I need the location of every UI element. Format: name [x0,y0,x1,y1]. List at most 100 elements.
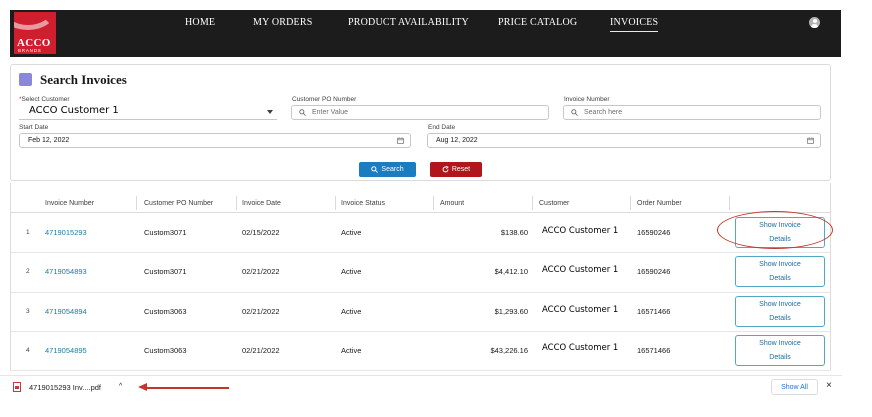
invoice-status-cell: Active [341,267,362,276]
row-number: 2 [26,268,30,275]
amount-cell: $138.60 [500,228,528,237]
column-divider [335,196,336,210]
search-icon [571,109,578,116]
invoice-date-cell: 02/21/2022 [242,307,280,316]
start-date-label: Start Date [19,124,49,131]
column-header-invoice-status[interactable]: Invoice Status [341,200,385,207]
column-header-invoice-date[interactable]: Invoice Date [242,200,281,207]
invoice-card-icon [19,73,32,86]
customer-cell: ACCO Customer 1 [542,265,619,275]
invoice-date-cell: 02/21/2022 [242,346,280,355]
customer-cell: ACCO Customer 1 [542,226,619,236]
refresh-icon [442,166,449,173]
logo-swoosh [14,12,56,30]
logo-subtext: BRANDS [18,48,42,53]
search-button[interactable]: Search [359,162,416,177]
invoice-number-input[interactable]: Search here [563,105,821,120]
po-number-placeholder: Enter Value [312,109,349,116]
column-divider [433,196,434,210]
reset-button-label: Reset [451,166,471,173]
invoice-date-cell: 02/15/2022 [242,228,280,237]
column-header-order-number[interactable]: Order Number [637,200,682,207]
column-divider [630,196,631,210]
order-number-cell: 16571466 [637,307,671,316]
annotation-arrow-line [146,387,229,389]
start-date-input[interactable]: Feb 12, 2022 [19,133,411,148]
invoice-number-link[interactable]: 4719054895 [45,346,87,355]
customer-po-cell: Custom3063 [144,346,187,355]
end-date-label: End Date [428,124,456,131]
amount-cell: $1,293.60 [494,307,528,316]
order-number-cell: 16571466 [637,346,671,355]
invoice-number-placeholder: Search here [584,109,623,116]
po-number-input[interactable]: Enter Value [291,105,549,120]
table-row [10,292,831,332]
download-bar [0,375,842,402]
user-avatar-icon[interactable] [809,17,820,28]
column-header-customer[interactable]: Customer [539,200,569,207]
select-customer-label: *Select Customer [19,96,70,103]
table-row [10,331,831,371]
start-date-value: Feb 12, 2022 [28,137,70,144]
invoice-status-cell: Active [341,346,362,355]
select-customer-combobox[interactable]: ACCO Customer 1 [19,105,277,120]
invoice-number-link[interactable]: 4719054893 [45,267,87,276]
column-divider [136,196,137,210]
end-date-value: Aug 12, 2022 [436,137,478,144]
acco-brands-logo[interactable]: ACCO BRANDS [14,12,56,54]
nav-my-orders[interactable]: MY ORDERS [253,17,313,28]
calendar-icon[interactable] [807,137,814,144]
column-header-invoice-number[interactable]: Invoice Number [45,200,94,207]
search-icon [371,166,379,173]
annotation-highlight-ellipse [717,211,833,249]
invoice-status-cell: Active [341,228,362,237]
invoice-number-link[interactable]: 4719054894 [45,307,87,316]
calendar-icon[interactable] [397,137,404,144]
invoice-number-link[interactable]: 4719015293 [45,228,87,237]
search-icon [299,109,306,116]
reset-button[interactable]: Reset [430,162,482,177]
caret-down-icon [267,110,273,114]
column-header-customer-po[interactable]: Customer PO Number [144,200,213,207]
search-button-label: Search [381,166,404,173]
nav-invoices[interactable]: INVOICES [610,17,659,32]
invoice-status-cell: Active [341,307,362,316]
table-row [10,213,831,253]
nav-price-catalog[interactable]: PRICE CATALOG [498,17,577,28]
column-header-amount[interactable]: Amount [440,200,464,207]
column-divider [236,196,237,210]
row-number: 4 [26,347,30,354]
chevron-up-icon[interactable]: ^ [119,383,122,390]
amount-cell: $4,412.10 [494,267,528,276]
end-date-input[interactable]: Aug 12, 2022 [427,133,821,148]
show-invoice-details-button[interactable]: Show Invoice Details [735,256,825,287]
order-number-cell: 16590246 [637,228,671,237]
show-all-downloads-button[interactable]: Show All [771,379,818,395]
customer-po-cell: Custom3071 [144,228,187,237]
amount-cell: $43,226.16 [490,346,528,355]
close-download-bar-icon[interactable]: × [826,380,832,391]
column-divider [729,196,730,210]
table-header [10,195,831,213]
customer-po-cell: Custom3063 [144,307,187,316]
app-window: ACCO BRANDS HOME MY ORDERS PRODUCT AVAIL… [0,0,872,417]
row-number: 1 [26,229,30,236]
invoice-date-cell: 02/21/2022 [242,267,280,276]
search-invoices-card [10,64,831,181]
customer-cell: ACCO Customer 1 [542,305,619,315]
pdf-file-icon [13,382,21,392]
invoice-number-label: Invoice Number [564,96,610,103]
customer-po-cell: Custom3071 [144,267,187,276]
nav-product-availability[interactable]: PRODUCT AVAILABILITY [348,17,469,28]
download-file-name[interactable]: 4719015293 Inv....pdf [29,383,101,392]
order-number-cell: 16590246 [637,267,671,276]
column-divider [532,196,533,210]
row-number: 3 [26,308,30,315]
selected-customer-value: ACCO Customer 1 [29,105,119,116]
page-title: Search Invoices [40,72,127,87]
show-invoice-details-button[interactable]: Show Invoice Details [735,335,825,366]
nav-home[interactable]: HOME [185,17,215,28]
table-row [10,253,831,293]
show-invoice-details-button[interactable]: Show Invoice Details [735,296,825,327]
po-number-label: Customer PO Number [292,96,357,103]
